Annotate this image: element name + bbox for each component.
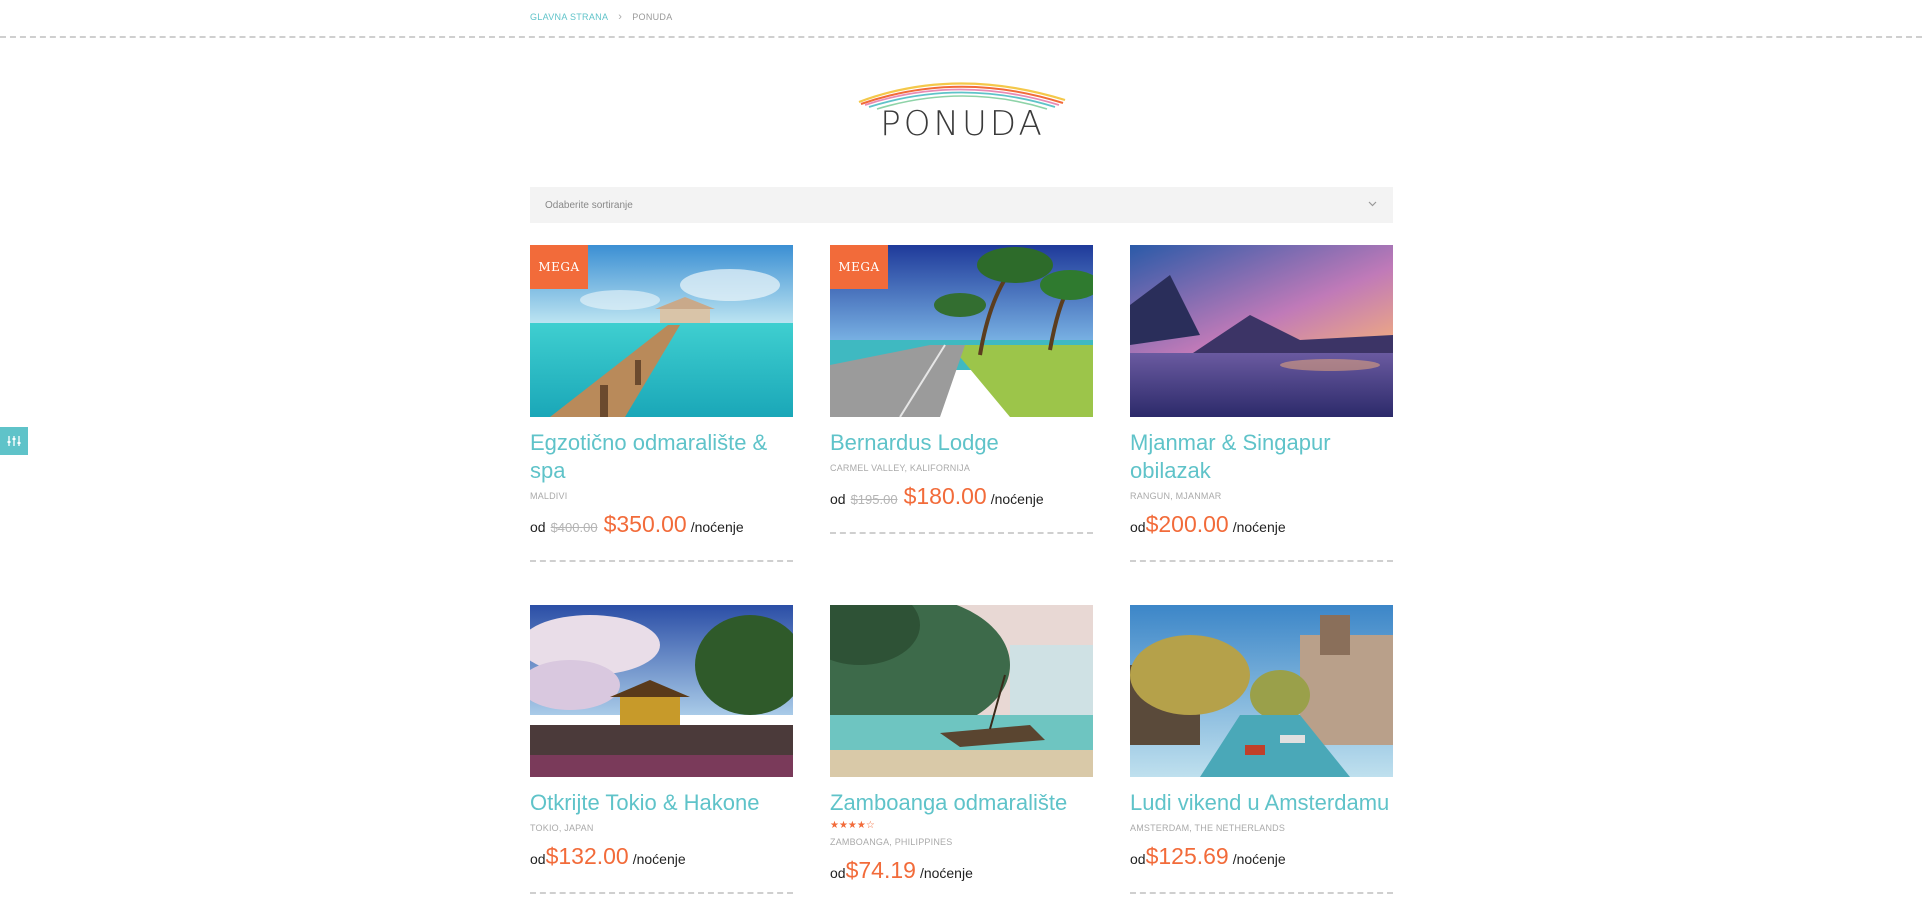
product-location: AMSTERDAM, THE NETHERLANDS — [1130, 823, 1286, 833]
product-location: MALDIVI — [530, 491, 568, 501]
product-card: Mjanmar & Singapur obilazak RANGUN, MJANM… — [1130, 245, 1393, 562]
product-card: Otkrijte Tokio & Hakone TOKIO, JAPAN od … — [530, 605, 793, 894]
product-image-tokyo[interactable] — [530, 605, 793, 777]
price-unit: /noćenje — [690, 519, 744, 535]
price-from-label: od — [530, 851, 546, 867]
sliders-icon — [7, 436, 21, 446]
product-price: od $125.69 /noćenje — [1130, 843, 1393, 870]
product-card: Zamboanga odmaralište ★★★★☆ ZAMBOANGA, P… — [830, 605, 1093, 884]
sort-select-label: Odaberite sortiranje — [545, 199, 633, 211]
current-price: $125.69 — [1145, 843, 1229, 869]
product-location: CARMEL VALLEY, KALIFORNIJA — [830, 463, 971, 473]
product-card: MEGA Bernardus Lodge CARMEL VALLEY, KALI… — [830, 245, 1093, 534]
star-filled-icon: ★★★★ — [830, 820, 866, 831]
mega-badge: MEGA — [830, 245, 888, 289]
star-empty-icon: ☆ — [865, 820, 875, 831]
current-price: $132.00 — [545, 843, 629, 869]
price-unit: /noćenje — [919, 865, 973, 881]
chevron-down-icon — [1368, 199, 1377, 210]
product-price: od $400.00 $350.00 /noćenje — [530, 511, 793, 538]
product-price: od $74.19 /noćenje — [830, 857, 1093, 884]
product-location: RANGUN, MJANMAR — [1130, 491, 1222, 501]
current-price: $74.19 — [845, 857, 916, 883]
product-price: od $200.00 /noćenje — [1130, 511, 1393, 538]
product-title-link[interactable]: Bernardus Lodge — [830, 429, 1093, 457]
breadcrumb: GLAVNA STRANA › PONUDA — [530, 10, 673, 23]
product-image-amsterdam[interactable] — [1130, 605, 1393, 777]
product-image-bernardus[interactable]: MEGA — [830, 245, 1093, 417]
price-from-label: od — [1130, 519, 1146, 535]
header-divider — [0, 36, 1922, 38]
current-price: $350.00 — [603, 511, 687, 537]
product-title-link[interactable]: Ludi vikend u Amsterdamu — [1130, 789, 1393, 817]
price-unit: /noćenje — [632, 851, 686, 867]
product-price: od $132.00 /noćenje — [530, 843, 793, 870]
product-price: od $195.00 $180.00 /noćenje — [830, 483, 1093, 510]
product-location: TOKIO, JAPAN — [530, 823, 594, 833]
rating-stars: ★★★★☆ — [830, 820, 1093, 831]
product-image-zamboanga[interactable] — [830, 605, 1093, 777]
side-panel-toggle-button[interactable] — [0, 427, 28, 455]
product-image-myanmar[interactable] — [1130, 245, 1393, 417]
product-title-link[interactable]: Otkrijte Tokio & Hakone — [530, 789, 793, 817]
product-location: ZAMBOANGA, PHILIPPINES — [830, 837, 953, 847]
current-price: $200.00 — [1145, 511, 1229, 537]
mega-badge: MEGA — [530, 245, 588, 289]
price-from-label: od — [1130, 851, 1146, 867]
product-title-link[interactable]: Mjanmar & Singapur obilazak — [1130, 429, 1393, 485]
old-price: $195.00 — [850, 492, 898, 507]
price-from-label: od — [530, 519, 546, 535]
product-image-maldives[interactable]: MEGA — [530, 245, 793, 417]
page-title: PONUDA — [880, 104, 1045, 144]
product-title-link[interactable]: Zamboanga odmaralište — [830, 789, 1093, 817]
product-card: MEGA Egzotično odmaralište & spa MALDIVI … — [530, 245, 793, 562]
card-divider — [1130, 560, 1393, 562]
product-card: Ludi vikend u Amsterdamu AMSTERDAM, THE … — [1130, 605, 1393, 894]
price-from-label: od — [830, 865, 846, 881]
sort-select[interactable]: Odaberite sortiranje — [530, 187, 1393, 223]
card-divider — [530, 560, 793, 562]
price-from-label: od — [830, 491, 846, 507]
breadcrumb-home-link[interactable]: GLAVNA STRANA — [530, 12, 608, 22]
breadcrumb-separator-icon: › — [618, 10, 623, 23]
price-unit: /noćenje — [1232, 519, 1286, 535]
current-price: $180.00 — [903, 483, 987, 509]
price-unit: /noćenje — [990, 491, 1044, 507]
card-divider — [1130, 892, 1393, 894]
page-header: PONUDA — [855, 72, 1070, 152]
card-divider — [530, 892, 793, 894]
product-title-link[interactable]: Egzotično odmaralište & spa — [530, 429, 793, 485]
old-price: $400.00 — [550, 520, 598, 535]
card-divider — [830, 532, 1093, 534]
breadcrumb-current: PONUDA — [632, 12, 673, 22]
price-unit: /noćenje — [1232, 851, 1286, 867]
